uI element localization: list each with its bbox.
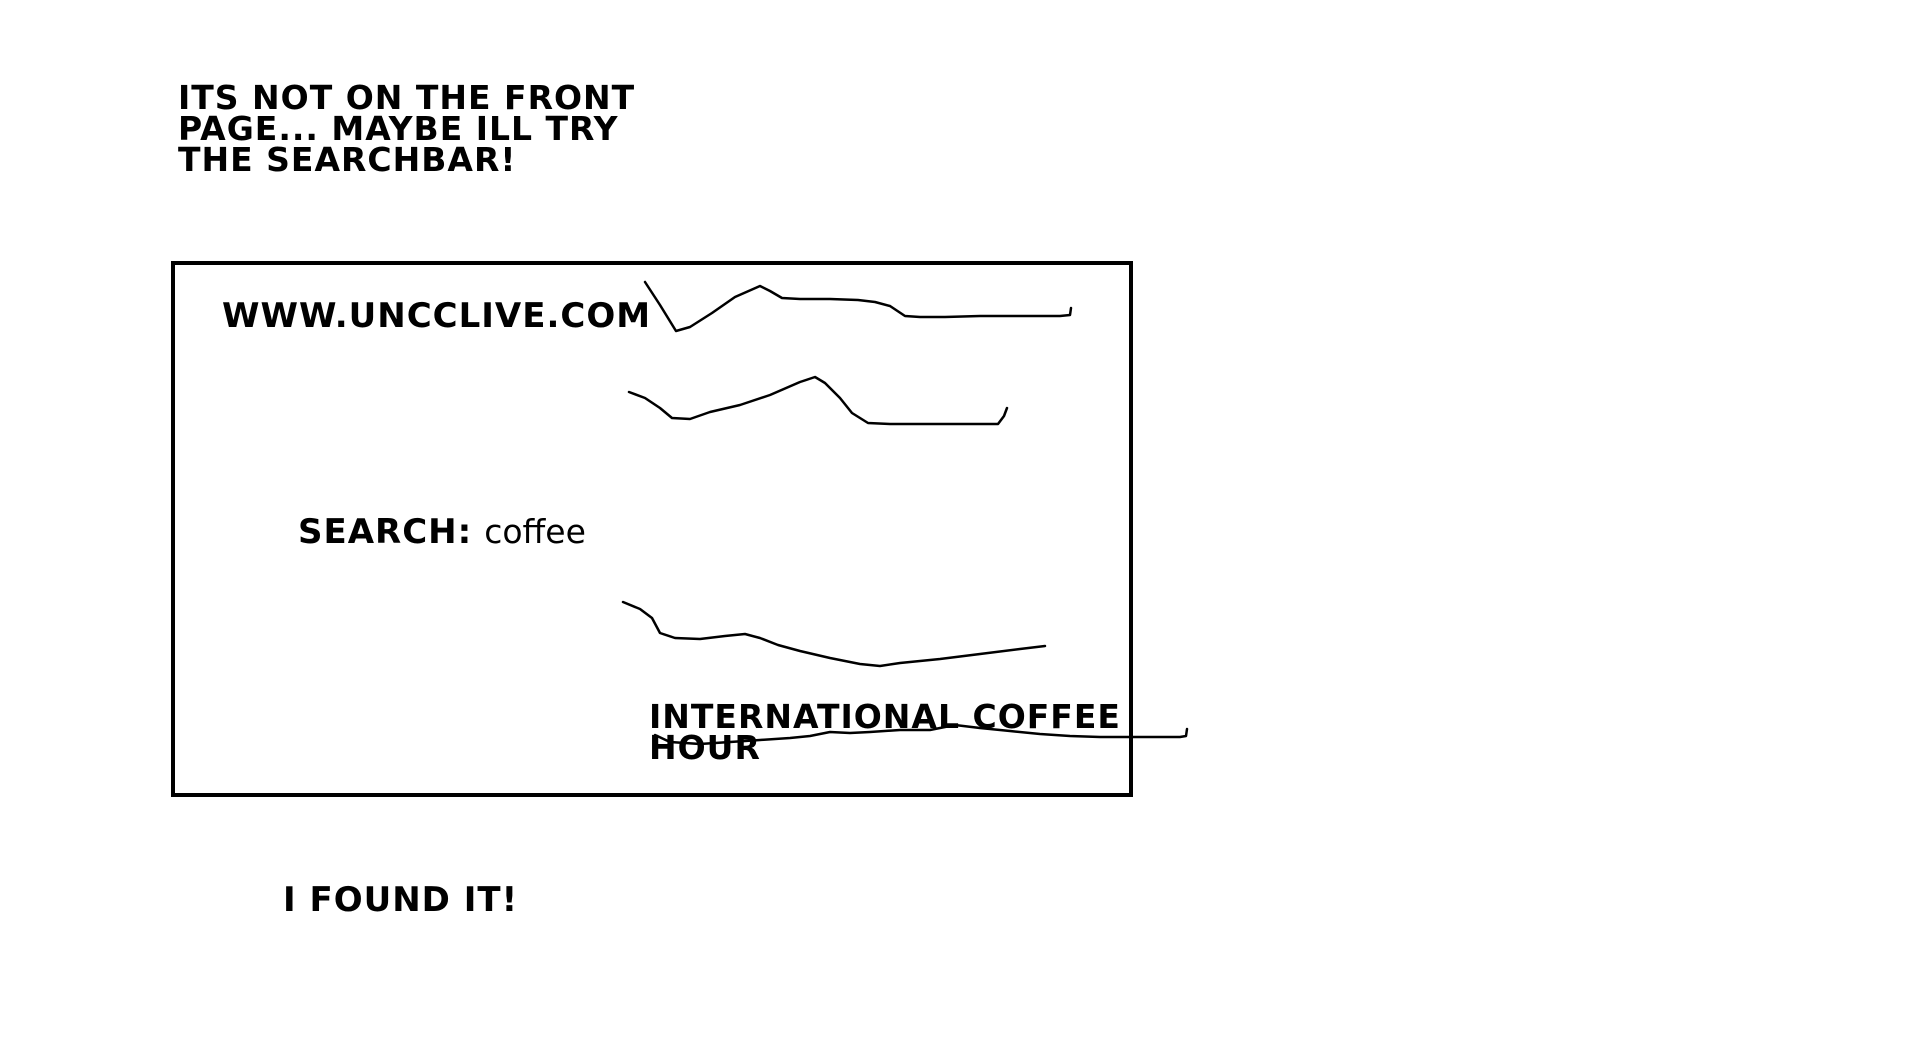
scribble-line-4	[653, 723, 1189, 746]
scribble-line-1	[643, 280, 1073, 333]
scribble-line-3	[621, 600, 1047, 668]
scribble-line-2	[627, 375, 1009, 426]
scribble-lines	[621, 280, 1189, 746]
